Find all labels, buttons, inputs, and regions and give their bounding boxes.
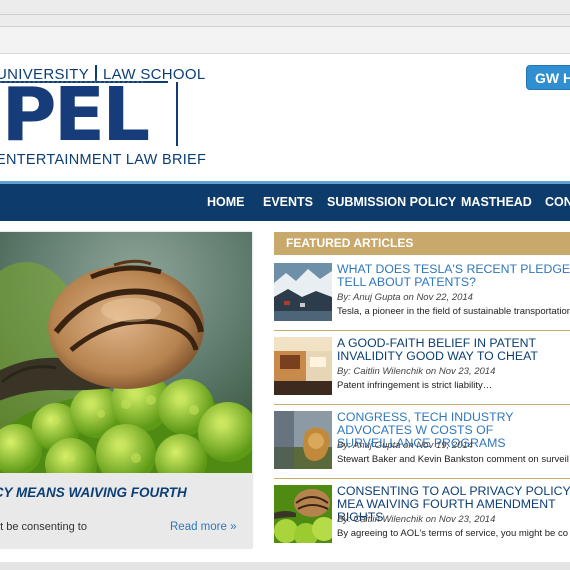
featured-article: CONGRESS, TECH INDUSTRY ADVOCATES W COST… (274, 411, 570, 477)
featured-articles-heading: FEATURED ARTICLES (274, 232, 570, 255)
toolbar-divider (0, 14, 570, 15)
browser-toolbar (0, 0, 570, 27)
hero-caption: ICY MEANS WAIVING FOURTH nt be consentin… (0, 473, 252, 548)
article-thumbnail[interactable] (274, 337, 332, 395)
article-by-label: By: (337, 366, 351, 377)
article-date: Nov 23, 2014 (438, 514, 496, 525)
article-by-label: By: (337, 440, 351, 451)
logo-vertical-rule (176, 82, 178, 146)
featured-article: A GOOD-FAITH BELIEF IN PATENT INVALIDITY… (274, 337, 570, 403)
featured-article: WHAT DOES TESLA'S RECENT PLEDGE TELL ABO… (274, 263, 570, 329)
article-by-label: By: (337, 292, 351, 303)
article-title[interactable]: A GOOD-FAITH BELIEF IN PATENT INVALIDITY… (337, 337, 570, 363)
article-excerpt: Stewart Baker and Kevin Bankston comment… (337, 454, 569, 465)
nav-item-submission-policy[interactable]: SUBMISSION POLICY (327, 184, 456, 221)
article-meta: By: Caitlin Wilenchik on Nov 23, 2014 (337, 514, 495, 525)
article-date: Nov 23, 2014 (438, 366, 496, 377)
gw-home-button[interactable]: GW HO (526, 65, 570, 90)
article-author[interactable]: Caitlin Wilenchik (353, 514, 423, 525)
article-divider (274, 404, 570, 405)
nav-item-contact[interactable]: CON (545, 184, 570, 221)
article-thumbnail[interactable] (274, 485, 332, 543)
article-date: Nov 19, 2014 (416, 440, 473, 451)
web-page: UNIVERSITYLAW SCHOOL IPEL ENTERTAINMENT … (0, 54, 570, 570)
featured-article: CONSENTING TO AOL PRIVACY POLICY MEA WAI… (274, 485, 570, 551)
nav-item-masthead[interactable]: MASTHEAD (461, 184, 532, 221)
logo-subtitle: ENTERTAINMENT LAW BRIEF (0, 152, 207, 168)
article-on-label: on (425, 514, 437, 525)
article-author[interactable]: Anuj Gupta (353, 292, 401, 303)
logo-wordmark[interactable]: IPEL (0, 78, 150, 152)
nav-item-home[interactable]: HOME (207, 184, 245, 221)
article-meta: By: Anuj Gupta on Nov 19, 2014 (337, 440, 473, 451)
article-date: Nov 22, 2014 (416, 292, 473, 303)
read-more-link[interactable]: Read more » (170, 521, 236, 533)
article-by-label: By: (337, 514, 351, 525)
article-excerpt: By agreeing to AOL's terms of service, y… (337, 528, 568, 539)
article-excerpt: Tesla, a pioneer in the field of sustain… (337, 306, 570, 317)
article-thumbnail[interactable] (274, 263, 332, 321)
main-nav: HOME EVENTS SUBMISSION POLICY MASTHEAD C… (0, 184, 570, 221)
article-meta: By: Anuj Gupta on Nov 22, 2014 (337, 292, 473, 303)
article-thumbnail[interactable] (274, 411, 332, 469)
hero-slide[interactable]: ICY MEANS WAIVING FOURTH nt be consentin… (0, 232, 252, 548)
browser-bookmark-band (0, 27, 570, 54)
hero-excerpt: nt be consenting to (0, 521, 87, 533)
article-on-label: on (403, 440, 414, 451)
article-title[interactable]: WHAT DOES TESLA'S RECENT PLEDGE TELL ABO… (337, 263, 570, 289)
article-author[interactable]: Caitlin Wilenchik (353, 366, 423, 377)
article-divider (274, 330, 570, 331)
article-divider (274, 478, 570, 479)
article-excerpt: Patent infringement is strict liability… (337, 380, 493, 391)
nav-item-events[interactable]: EVENTS (263, 184, 313, 221)
bottom-image-strip (0, 562, 570, 570)
hero-title[interactable]: ICY MEANS WAIVING FOURTH (0, 485, 187, 500)
article-author[interactable]: Anuj Gupta (353, 440, 401, 451)
article-on-label: on (425, 366, 437, 377)
hero-snail-image (0, 232, 252, 474)
article-on-label: on (403, 292, 414, 303)
article-meta: By: Caitlin Wilenchik on Nov 23, 2014 (337, 366, 495, 377)
